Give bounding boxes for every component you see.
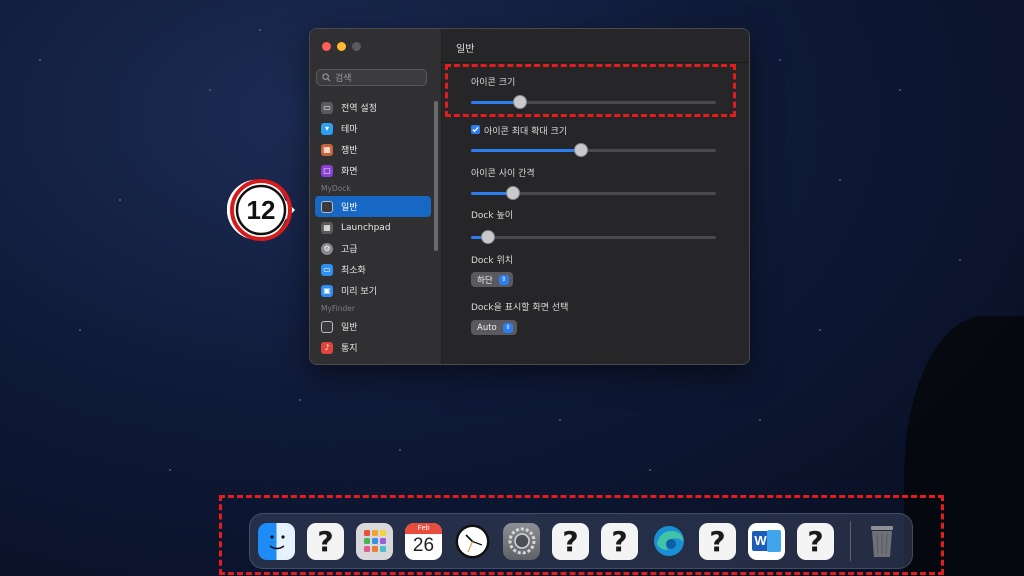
sidebar-item-label: 화면 xyxy=(341,167,358,177)
dock-display-label: Dock을 표시할 화면 선택 xyxy=(471,303,569,313)
sidebar-item-label: 최소화 xyxy=(341,266,366,276)
window-controls xyxy=(322,42,361,51)
tray-grid-icon: ▦ xyxy=(321,143,333,156)
slider-knob[interactable] xyxy=(574,143,589,157)
sidebar-item-label: Launchpad xyxy=(341,222,391,233)
max-magnify-slider[interactable] xyxy=(471,143,716,157)
question-icon[interactable]: ? xyxy=(307,522,344,560)
sidebar-scrollbar[interactable] xyxy=(434,101,438,251)
calendar-icon[interactable]: Feb 26 xyxy=(405,522,442,560)
step-callout: 12 xyxy=(227,179,295,241)
dock-position-label: Dock 위치 xyxy=(471,256,514,266)
sidebar-item-label: 일반 xyxy=(341,323,358,333)
title-divider xyxy=(442,62,749,63)
sidebar-section-header: MyDock xyxy=(321,184,351,193)
step-number: 12 xyxy=(247,195,276,225)
dock-height-label: Dock 높이 xyxy=(471,211,514,221)
sidebar-item-notification[interactable]: ♪ 통지 xyxy=(315,337,431,358)
preview-icon: ▣ xyxy=(321,284,333,297)
chevron-updown-icon: ⇕ xyxy=(498,274,509,285)
icon-spacing-slider[interactable] xyxy=(471,186,716,200)
minimize-icon: ▭ xyxy=(321,263,333,276)
gear-icon: ⚙ xyxy=(321,242,333,255)
slider-knob[interactable] xyxy=(481,230,496,244)
calendar-day: 26 xyxy=(412,534,435,556)
question-icon[interactable]: ? xyxy=(699,522,736,560)
sidebar-section-header: MyFinder xyxy=(321,304,355,313)
sidebar-item-screen[interactable]: ▢ 화면 xyxy=(315,160,431,181)
display-icon: ▭ xyxy=(321,101,333,114)
sidebar-item-label: 전역 설정 xyxy=(341,104,377,114)
minimize-button[interactable] xyxy=(337,42,346,51)
sidebar-item-launchpad[interactable]: ▦ Launchpad xyxy=(315,217,431,238)
sidebar-item-global-settings[interactable]: ▭ 전역 설정 xyxy=(315,97,431,118)
question-icon[interactable]: ? xyxy=(601,522,638,560)
sidebar-item-theme[interactable]: ▾ 테마 xyxy=(315,118,431,139)
page-title: 일반 xyxy=(456,44,475,55)
screen-icon: ▢ xyxy=(321,164,333,177)
sidebar-item-label: 미리 보기 xyxy=(341,287,377,297)
chevron-updown-icon: ⇕ xyxy=(502,322,513,333)
settings-icon[interactable] xyxy=(503,522,540,560)
sidebar-item-advanced[interactable]: ⚙ 고급 xyxy=(315,238,431,259)
finder-general-icon xyxy=(321,320,333,333)
search-placeholder: 검색 xyxy=(335,74,352,84)
close-button[interactable] xyxy=(322,42,331,51)
dock-general-icon xyxy=(321,200,333,213)
question-icon[interactable]: ? xyxy=(552,522,589,560)
dock-height-slider[interactable] xyxy=(471,230,716,244)
finder-icon[interactable] xyxy=(258,522,295,560)
sidebar-item-label: 테마 xyxy=(341,125,358,135)
slider-fill xyxy=(471,149,582,152)
max-magnify-checkbox[interactable] xyxy=(471,125,480,134)
trash-icon[interactable] xyxy=(863,523,900,560)
sidebar-item-finder-general[interactable]: 일반 xyxy=(315,316,431,337)
sidebar-item-label: 쟁반 xyxy=(341,146,358,156)
sidebar-menu: ▭ 전역 설정 ▾ 테마 ▦ 쟁반 ▢ 화면 MyDock 일반 ▦ Launc… xyxy=(315,97,431,358)
dock-divider xyxy=(850,521,851,561)
calendar-month: Feb xyxy=(405,522,442,534)
dock-position-value: 하단 xyxy=(477,275,493,286)
max-magnify-label: 아이콘 최대 확대 크기 xyxy=(484,127,568,137)
sidebar-item-tray[interactable]: ▦ 쟁반 xyxy=(315,139,431,160)
edge-icon[interactable] xyxy=(650,523,687,560)
checkmark-icon xyxy=(472,126,479,133)
dock-display-value: Auto xyxy=(477,322,497,333)
sidebar-item-preview[interactable]: ▣ 미리 보기 xyxy=(315,280,431,301)
slider-knob[interactable] xyxy=(505,186,520,200)
word-icon[interactable]: W xyxy=(748,522,785,560)
launchpad-icon: ▦ xyxy=(321,221,333,234)
search-icon xyxy=(322,73,331,82)
sidebar-item-minimize[interactable]: ▭ 최소화 xyxy=(315,259,431,280)
notification-icon: ♪ xyxy=(321,341,333,354)
dock-position-select[interactable]: 하단 ⇕ xyxy=(471,272,513,287)
sidebar-item-label: 일반 xyxy=(341,203,358,213)
clock-icon[interactable] xyxy=(454,523,491,560)
dock: ? Feb 26 ? ? ? W ? xyxy=(249,513,913,569)
sidebar: 검색 ▭ 전역 설정 ▾ 테마 ▦ 쟁반 ▢ 화면 MyDock 일반 ▦ La… xyxy=(310,29,442,364)
dock-display-select[interactable]: Auto ⇕ xyxy=(471,320,517,335)
icon-spacing-label: 아이콘 사이 간격 xyxy=(471,169,535,179)
highlight-icon-size xyxy=(445,64,736,117)
question-icon[interactable]: ? xyxy=(797,522,834,560)
search-field[interactable]: 검색 xyxy=(316,69,427,86)
sidebar-item-label: 통지 xyxy=(341,344,358,354)
launchpad-grid-icon[interactable] xyxy=(356,522,393,560)
sidebar-item-label: 고급 xyxy=(341,245,358,255)
zoom-button[interactable] xyxy=(352,42,361,51)
sidebar-item-dock-general[interactable]: 일반 xyxy=(315,196,431,217)
tshirt-icon: ▾ xyxy=(321,122,333,135)
